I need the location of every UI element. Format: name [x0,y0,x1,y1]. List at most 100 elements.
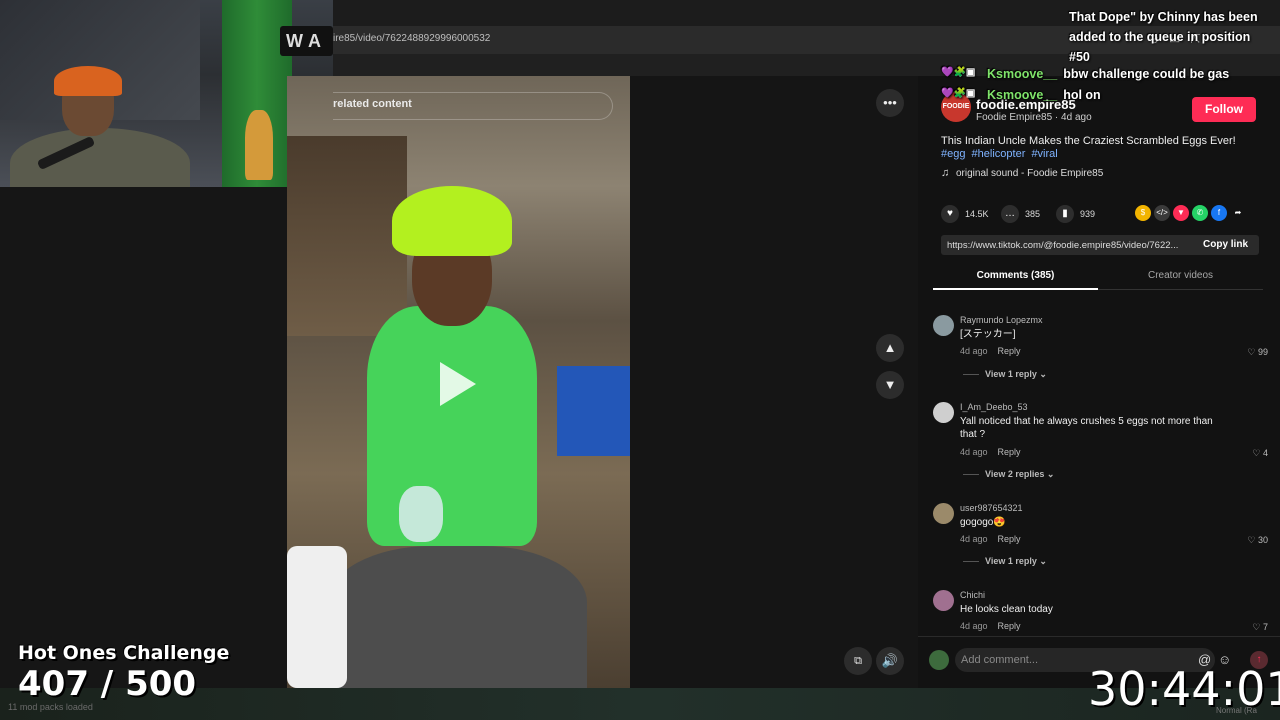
reply-button[interactable]: Reply [998,346,1021,356]
giraffe-figurine [245,110,273,180]
comment-meta: 4d ago Reply [960,534,1021,544]
music-label[interactable]: original sound - Foodie Empire85 [956,168,1103,179]
video-link-text[interactable]: https://www.tiktok.com/@foodie.empire85/… [947,240,1192,251]
man-legs [327,546,587,688]
chat-text: hol on [1063,88,1101,102]
streamer-hat [54,66,122,96]
commenter-name[interactable]: I_Am_Deebo_53 [960,402,1028,412]
view-replies-label[interactable]: View 1 reply [985,556,1037,566]
volume-button[interactable]: 🔊 [876,647,904,675]
chevron-up-icon: ▲ [883,340,897,355]
comment-text: [ステッカー] [960,329,1016,340]
like-count: 14.5K [965,209,989,219]
related-content-label[interactable]: related content [333,98,412,110]
comment-like-count: 7 [1262,622,1268,632]
whatsapp-icon[interactable]: ✆ [1192,205,1208,221]
comment-date: 4d ago [960,534,988,544]
reply-button[interactable]: Reply [998,534,1021,544]
comment-text: He looks clean today [960,604,1053,615]
blue-crate [557,366,630,456]
post-description: This Indian Uncle Makes the Craziest Scr… [941,135,1236,147]
market-stall [287,136,407,336]
comment-text: gogogo😍 [960,517,1006,528]
mods-loaded-text: 11 mod packs loaded [8,702,93,712]
commenter-avatar[interactable] [933,590,954,611]
challenge-title: Hot Ones Challenge [18,642,230,664]
picture-in-picture-button[interactable]: ⧉ [844,647,872,675]
comment-stat[interactable]: … 385 [1001,205,1040,223]
man-green-shirt [367,306,537,546]
creator-nickname-date: Foodie Empire85 · 4d ago [976,112,1092,123]
comment-meta: 4d ago Reply [960,346,1021,356]
hashtag-link[interactable]: #helicopter [972,148,1026,160]
reply-button[interactable]: Reply [998,621,1021,631]
tab-creator-videos[interactable]: Creator videos [1098,266,1263,290]
comment-like-count: 30 [1257,535,1268,545]
save-count: 939 [1080,209,1096,219]
comment-meta: 4d ago Reply [960,447,1021,457]
previous-video-button[interactable]: ▲ [876,334,904,362]
commenter-name[interactable]: user987654321 [960,503,1023,513]
comment-bubble-icon[interactable]: … [1001,205,1019,223]
more-options-button[interactable]: ••• [876,89,904,117]
comment-like[interactable]: ♡ 4 [1252,448,1268,459]
commenter-name[interactable]: Chichi [960,590,985,600]
egg-pile [287,546,347,688]
music-note-icon: ♫ [941,167,950,179]
next-video-button[interactable]: ▼ [876,371,904,399]
comment-like-count: 99 [1257,347,1268,357]
chevron-down-icon: ▼ [883,377,897,392]
commenter-avatar[interactable] [933,315,954,336]
commenter-name[interactable]: Raymundo Lopezmx [960,315,1043,325]
share-arrow-icon[interactable]: ➦ [1230,205,1246,221]
man-green-hat [392,186,512,256]
copy-link-button[interactable]: Copy link [1203,239,1248,250]
comment-like[interactable]: ♡ 30 [1247,535,1268,546]
chat-message: 💜🧩▣ Ksmoove__ bbw challenge could be gas [941,67,1229,81]
bookmark-icon[interactable]: ▮ [1056,205,1074,223]
comment-like[interactable]: ♡ 7 [1252,622,1268,633]
chat-badges-icon: 💜🧩▣ [941,67,976,78]
queue-notification: That Dope" by Chinny has been added to t… [1069,10,1258,64]
comment-item: Raymundo Lopezmx [ステッカー] 4d ago Reply ♡ 9… [933,315,1268,385]
chat-username: Ksmoove__ [987,67,1058,81]
hashtag-list: #egg #helicopter #viral [941,148,1061,160]
view-replies-label[interactable]: View 2 replies [985,469,1044,479]
plastic-cup [399,486,443,542]
comment-item: user987654321 gogogo😍 4d ago Reply ♡ 30 V… [933,503,1268,575]
play-icon[interactable] [440,362,476,406]
heart-icon[interactable]: ♥ [941,205,959,223]
left-dark-panel [0,187,287,688]
view-replies-button[interactable]: View 1 reply ⌄ [963,556,1047,567]
chat-text: bbw challenge could be gas [1063,67,1230,81]
coin-icon[interactable]: $ [1135,205,1151,221]
comment-meta: 4d ago Reply [960,621,1021,631]
reply-button[interactable]: Reply [998,447,1021,457]
comment-date: 4d ago [960,346,988,356]
like-stat[interactable]: ♥ 14.5K [941,205,989,223]
save-stat[interactable]: ▮ 939 [1056,205,1095,223]
challenge-count: 407 / 500 [18,664,197,704]
hashtag-link[interactable]: #viral [1031,148,1057,160]
commenter-avatar[interactable] [933,503,954,524]
follow-button[interactable]: Follow [1192,97,1256,122]
comment-count: 385 [1025,209,1041,219]
embed-code-icon[interactable]: </> [1154,205,1170,221]
address-url[interactable]: ire85/video/7622488929996000532 [333,33,490,44]
facebook-icon[interactable]: f [1211,205,1227,221]
tab-comments[interactable]: Comments (385) [933,266,1098,290]
my-avatar [929,650,949,670]
send-to-friends-icon[interactable]: ▼ [1173,205,1189,221]
comment-text: Yall noticed that he always crushes 5 eg… [960,416,1213,440]
normal-label: Normal (Ra [1216,706,1257,715]
stream-screen: ire85/video/7622488929996000532 ⊘▭⇱ ◆▣●⊞… [0,0,1280,720]
hashtag-link[interactable]: #egg [941,148,965,160]
pip-icon: ⧉ [854,655,862,667]
view-replies-button[interactable]: View 1 reply ⌄ [963,369,1047,380]
comment-like[interactable]: ♡ 99 [1247,347,1268,358]
view-replies-label[interactable]: View 1 reply [985,369,1037,379]
commenter-avatar[interactable] [933,402,954,423]
comment-item: I_Am_Deebo_53 Yall noticed that he alway… [933,402,1268,487]
share-icons: $ </> ▼ ✆ f ➦ [1135,205,1246,221]
view-replies-button[interactable]: View 2 replies ⌄ [963,469,1054,480]
